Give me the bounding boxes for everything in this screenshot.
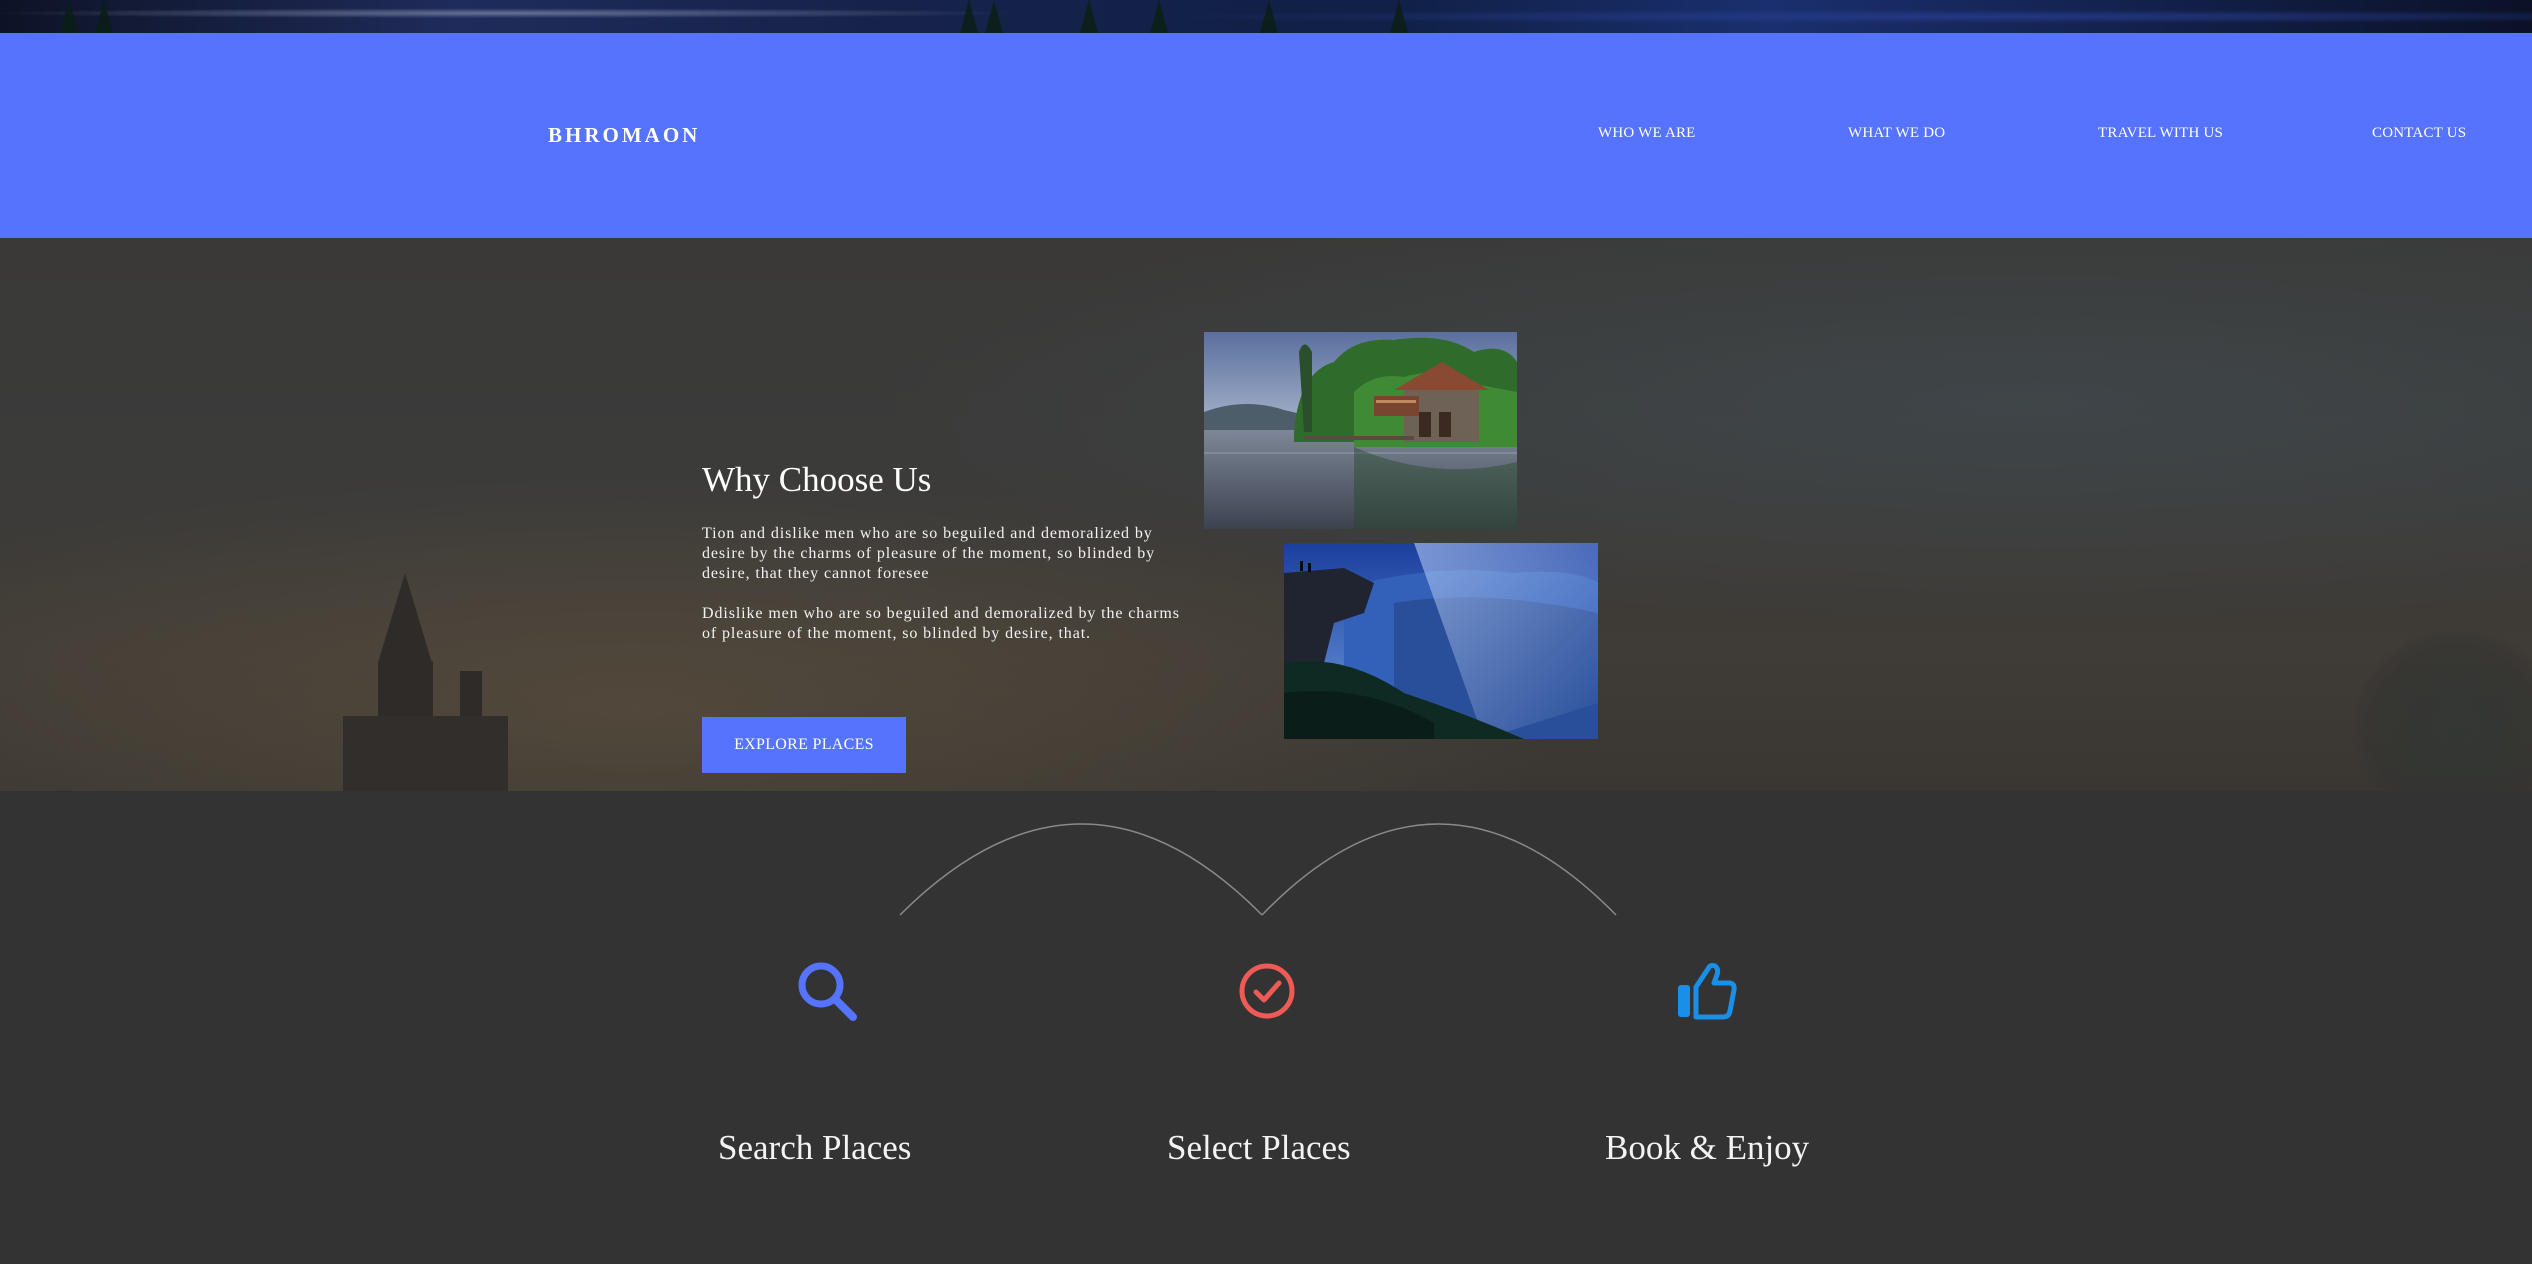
church-tower-silhouette: [378, 661, 433, 721]
top-background-image: [0, 0, 2532, 33]
decorative-arcs: [899, 823, 1617, 916]
tree-silhouette: [1390, 0, 1408, 33]
thumbs-up-icon: [1671, 956, 1741, 1026]
site-header: BHROMAON WHO WE ARE WHAT WE DO TRAVEL WI…: [0, 33, 2532, 238]
lake-boathouse-photo: [1204, 332, 1517, 529]
tree-silhouette: [2342, 631, 2532, 791]
church-tower-silhouette: [460, 671, 482, 721]
feature-title-book: Book & Enjoy: [1605, 1128, 1810, 1167]
tree-silhouette: [985, 0, 1003, 33]
brand-logo[interactable]: BHROMAON: [548, 123, 700, 148]
tree-silhouette: [60, 0, 78, 33]
church-tower-silhouette: [343, 716, 508, 791]
tree-silhouette: [1260, 0, 1278, 33]
feature-title-select: Select Places: [1167, 1128, 1351, 1167]
section-paragraph: Tion and dislike men who are so beguiled…: [702, 525, 1156, 582]
mountain-canyon-photo: [1284, 543, 1598, 739]
why-choose-us-section: Why Choose Us Tion and dislike men who a…: [0, 238, 2532, 791]
explore-places-button[interactable]: EXPLORE PLACES: [702, 717, 906, 773]
nav-what-we-do[interactable]: WHAT WE DO: [1848, 125, 1945, 142]
church-tower-silhouette: [378, 573, 432, 663]
check-circle-icon: [1232, 956, 1302, 1026]
tree-silhouette: [95, 0, 113, 33]
tree-silhouette: [960, 0, 978, 33]
nav-travel-with-us[interactable]: TRAVEL WITH US: [2098, 125, 2223, 142]
search-icon: [792, 956, 862, 1026]
nav-contact-us[interactable]: CONTACT US: [2372, 125, 2466, 142]
nav-who-we-are[interactable]: WHO WE ARE: [1598, 125, 1696, 142]
section-paragraph: Ddislike men who are so beguiled and dem…: [702, 605, 1180, 642]
tree-silhouette: [1150, 0, 1168, 33]
feature-title-search: Search Places: [718, 1128, 912, 1167]
section-title: Why Choose Us: [702, 460, 932, 499]
tree-silhouette: [1080, 0, 1098, 33]
